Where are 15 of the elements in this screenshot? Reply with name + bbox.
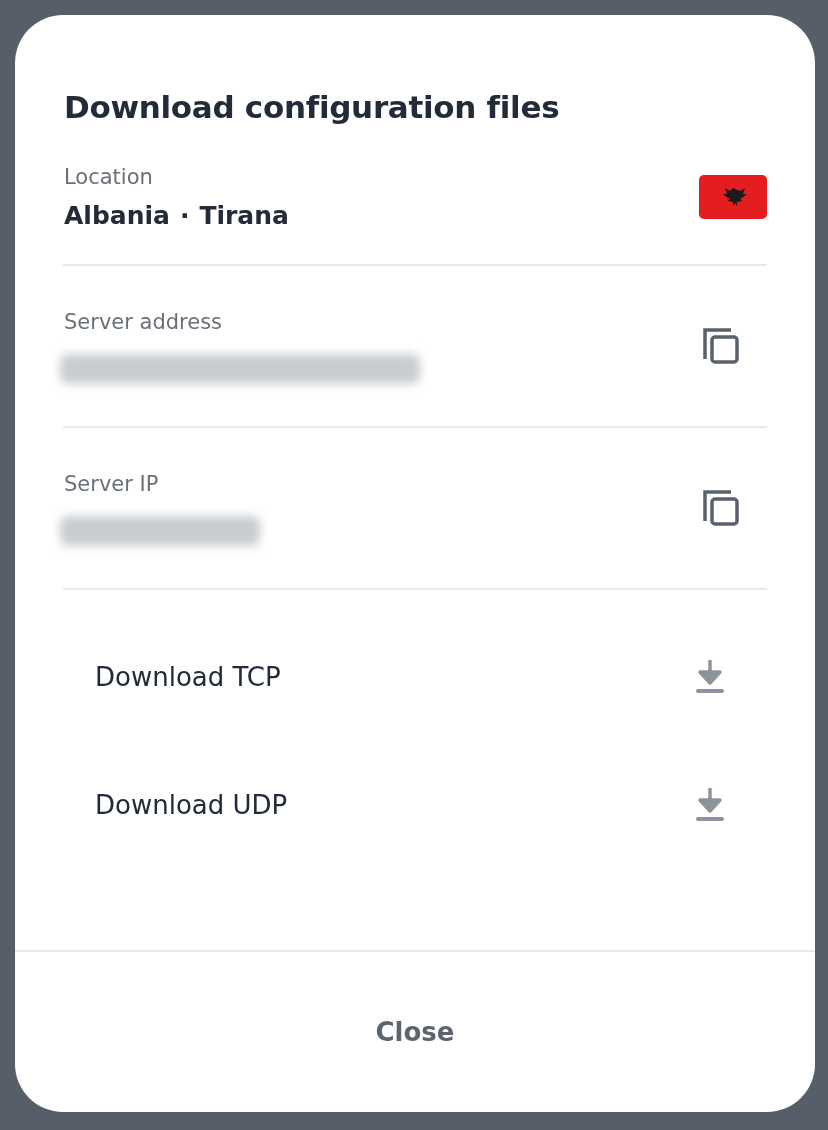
separator-dot: · <box>179 201 190 230</box>
copy-icon[interactable] <box>701 488 741 528</box>
dialog-title: Download configuration files <box>64 88 561 127</box>
download-button[interactable]: Download UDP <box>63 770 767 840</box>
download-button[interactable]: Download TCP <box>63 642 767 712</box>
country-name: Albania <box>64 201 170 230</box>
download-icon <box>695 788 725 822</box>
download-icon <box>695 660 725 694</box>
close-button[interactable]: Close <box>351 1005 479 1059</box>
city-name: Tirana <box>199 201 289 230</box>
copy-icon[interactable] <box>701 326 741 366</box>
field-label: Server address <box>64 309 224 336</box>
flag-icon <box>698 173 768 220</box>
field-label: Server IP <box>64 471 160 498</box>
field-label: Location <box>64 164 154 191</box>
